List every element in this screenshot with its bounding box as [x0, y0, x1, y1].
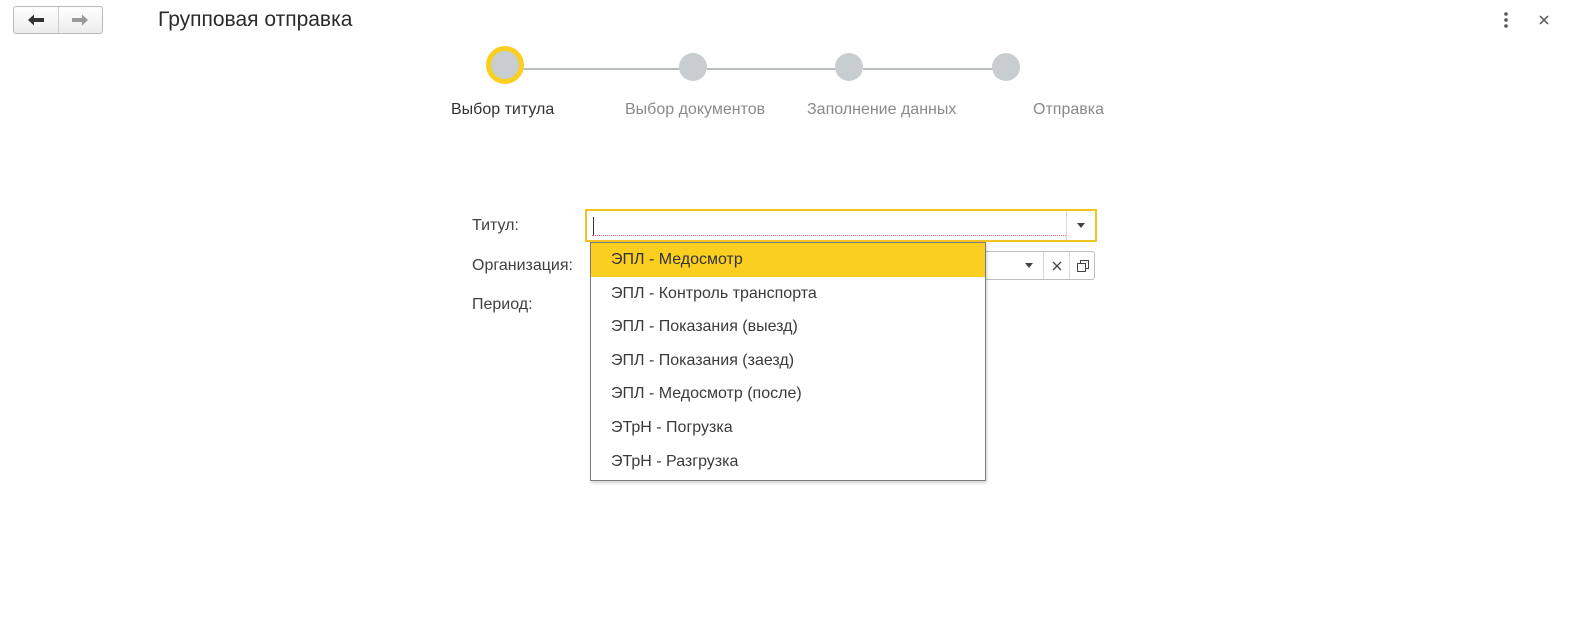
chevron-down-icon [1077, 223, 1085, 228]
organization-open-button[interactable] [1069, 252, 1096, 279]
title-input[interactable] [592, 214, 1066, 236]
wizard-stepper: Выбор титула Выбор документов Заполнение… [0, 0, 1585, 130]
text-caret [593, 217, 594, 235]
step-dot-data-filling[interactable] [835, 53, 863, 81]
period-label: Период: [472, 296, 533, 313]
clear-icon [1052, 261, 1062, 270]
organization-clear-button[interactable] [1043, 252, 1070, 279]
dropdown-item[interactable]: ЭТрН - Разгрузка [591, 445, 985, 479]
title-dropdown-button[interactable] [1066, 211, 1095, 240]
step-dot-title-selection[interactable] [486, 46, 524, 84]
step-label-sending[interactable]: Отправка [1033, 101, 1104, 119]
step-label-document-selection[interactable]: Выбор документов [625, 101, 765, 119]
step-connector [863, 68, 993, 70]
dropdown-item[interactable]: ЭПЛ - Контроль транспорта [591, 277, 985, 311]
chevron-down-icon [1025, 263, 1033, 268]
dropdown-item[interactable]: ЭПЛ - Показания (заезд) [591, 344, 985, 378]
step-connector [707, 68, 837, 70]
title-dropdown-list: ЭПЛ - Медосмотр ЭПЛ - Контроль транспорт… [590, 242, 986, 481]
open-copy-icon [1077, 259, 1089, 272]
step-label-title-selection[interactable]: Выбор титула [451, 101, 554, 119]
title-label: Титул: [472, 217, 519, 234]
dropdown-item[interactable]: ЭПЛ - Медосмотр [591, 243, 985, 277]
step-label-data-filling[interactable]: Заполнение данных [807, 101, 956, 119]
dropdown-item[interactable]: ЭПЛ - Медосмотр (после) [591, 377, 985, 411]
organization-label: Организация: [472, 257, 573, 274]
dropdown-item[interactable]: ЭПЛ - Показания (выезд) [591, 310, 985, 344]
step-connector [520, 68, 680, 70]
dropdown-item[interactable]: ЭТрН - Погрузка [591, 411, 985, 445]
organization-dropdown-button[interactable] [1016, 252, 1042, 279]
organization-field[interactable] [986, 251, 1095, 280]
title-combobox[interactable] [585, 209, 1097, 242]
step-dot-sending[interactable] [992, 53, 1020, 81]
step-dot-document-selection[interactable] [679, 53, 707, 81]
group-send-window: Групповая отправка Выбор титула Выбор до… [0, 0, 1585, 627]
